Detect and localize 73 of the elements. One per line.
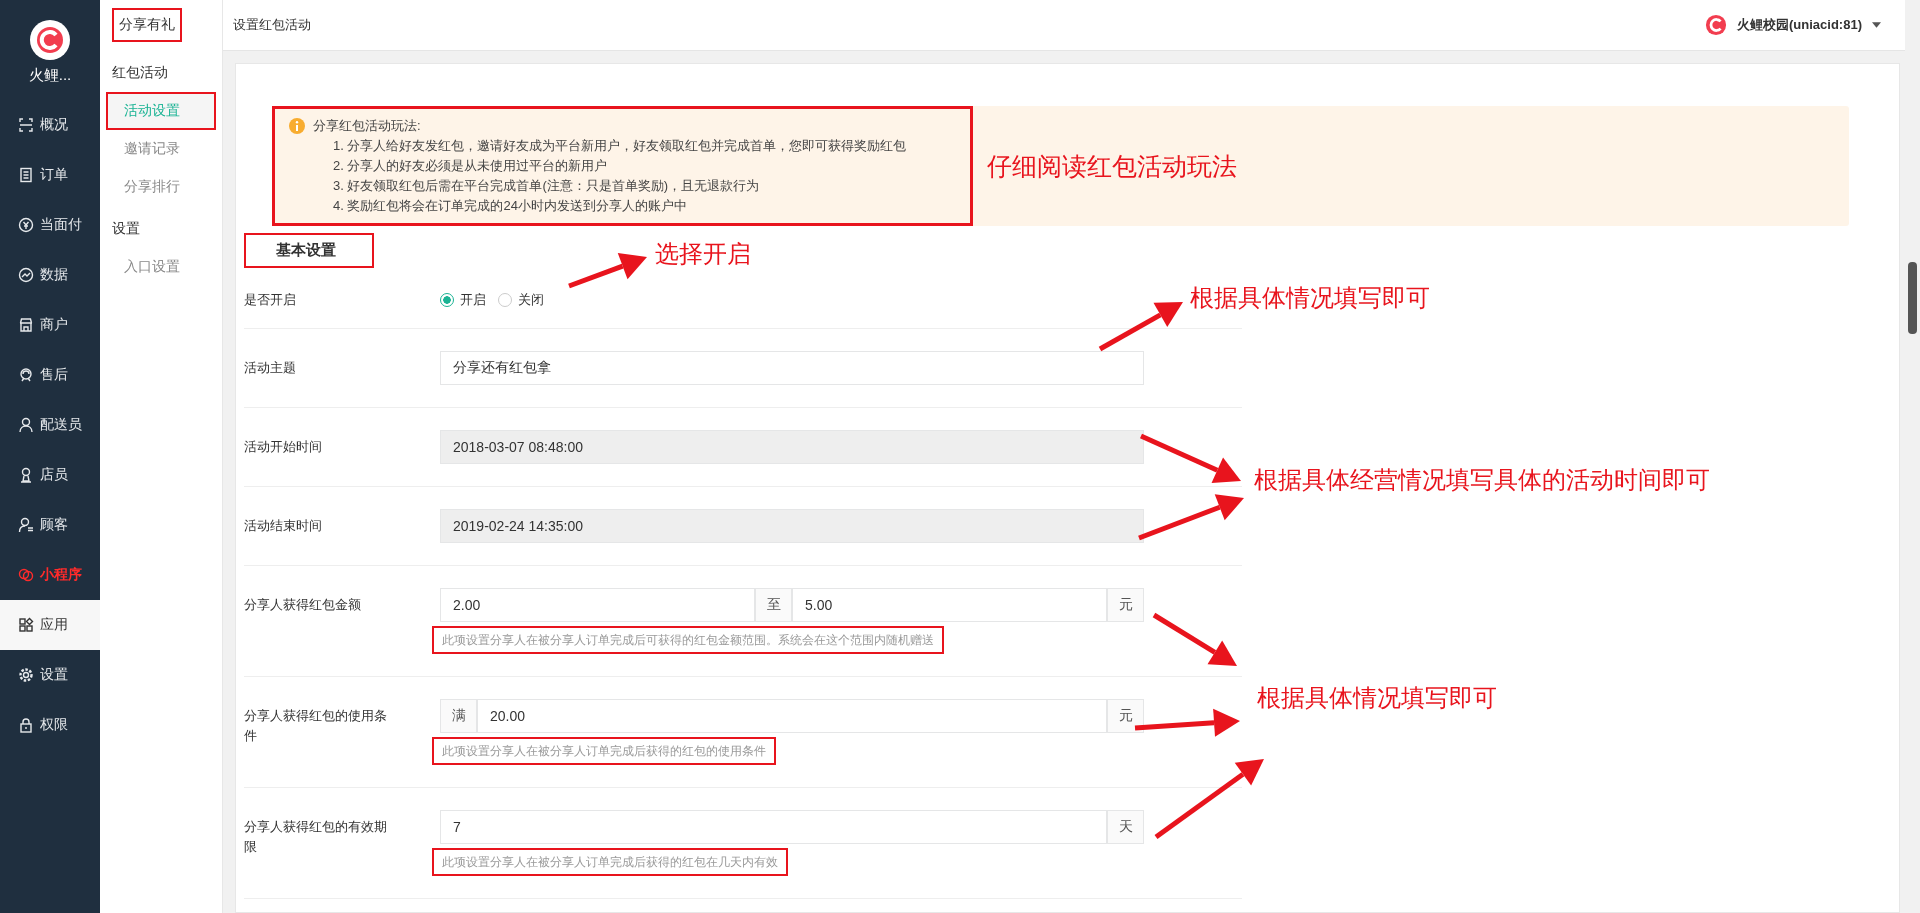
help-text: 此项设置分享人在被分享人订单完成后获得的红包在几天内有效 bbox=[432, 848, 788, 876]
sidebar-item[interactable]: 数据 bbox=[0, 250, 100, 300]
caret-icon bbox=[1872, 22, 1881, 28]
annotation-text: 根据具体经营情况填写具体的活动时间即可 bbox=[1254, 465, 1710, 495]
sidebar-item[interactable]: 设置 bbox=[0, 650, 100, 700]
sidebar-item[interactable]: 售后 bbox=[0, 350, 100, 400]
menu-icon bbox=[18, 467, 34, 483]
field-label: 是否开启 bbox=[244, 291, 297, 309]
annotation-text: 仔细阅读红包活动玩法 bbox=[987, 150, 1238, 182]
field-label: 活动主题 bbox=[244, 359, 297, 377]
menu-icon bbox=[18, 367, 34, 383]
field-label: 分享人获得红包的有效期限 bbox=[244, 818, 388, 856]
input-field[interactable]: 5.00 bbox=[792, 588, 1107, 622]
help-text: 此项设置分享人在被分享人订单完成后获得的红包的使用条件 bbox=[432, 737, 776, 765]
logo-icon bbox=[1705, 14, 1728, 36]
sidebar-item[interactable]: 应用 bbox=[0, 600, 100, 650]
submenu-item[interactable]: 邀请记录 bbox=[106, 130, 216, 168]
submenu-title: 分享有礼 bbox=[112, 8, 182, 42]
info-icon bbox=[289, 118, 305, 134]
annotation-text: 选择开启 bbox=[655, 239, 751, 269]
annotation-text: 根据具体情况填写即可 bbox=[1257, 683, 1497, 713]
help-text: 此项设置分享人在被分享人订单完成后可获得的红包金额范围。系统会在这个范围内随机赠送 bbox=[432, 626, 944, 654]
menu-icon bbox=[18, 567, 34, 583]
section-title: 基本设置 bbox=[244, 232, 374, 268]
input-field[interactable]: 20.00 bbox=[477, 699, 1107, 733]
account-menu[interactable]: 火鲤校园(uniacid:81) bbox=[1705, 14, 1881, 36]
sidebar-item[interactable]: 权限 bbox=[0, 700, 100, 750]
scrollbar-thumb[interactable] bbox=[1908, 262, 1917, 334]
notice-line: 1. 分享人给好友发红包，邀请好友成为平台新用户，好友领取红包并完成首单，您即可获得奖励红包 bbox=[332, 137, 907, 155]
addon-label: 至 bbox=[755, 588, 792, 622]
menu-icon bbox=[18, 317, 34, 333]
input-field[interactable]: 2.00 bbox=[440, 588, 755, 622]
logo-icon bbox=[30, 19, 70, 60]
sidebar-item[interactable]: 配送员 bbox=[0, 400, 100, 450]
input-field[interactable]: 7 bbox=[440, 810, 1107, 844]
annotation-text: 根据具体情况填写即可 bbox=[1190, 283, 1430, 313]
menu-icon bbox=[18, 417, 34, 433]
menu-icon bbox=[18, 717, 34, 733]
menu-icon bbox=[18, 117, 34, 133]
menu-icon bbox=[18, 167, 34, 183]
sidebar-item[interactable]: 订单 bbox=[0, 150, 100, 200]
menu-icon bbox=[18, 217, 34, 233]
sidebar-item[interactable]: 小程序 bbox=[0, 550, 100, 600]
sidebar-item[interactable]: 概况 bbox=[0, 100, 100, 150]
addon-label: 天 bbox=[1107, 810, 1144, 844]
menu-icon bbox=[18, 517, 34, 533]
notice-title: 分享红包活动玩法: bbox=[313, 117, 421, 135]
addon-label: 元 bbox=[1107, 699, 1144, 733]
menu-icon bbox=[18, 667, 34, 683]
field-label: 分享人获得红包金额 bbox=[244, 596, 362, 614]
submenu-group-title: 设置 bbox=[111, 219, 140, 238]
menu-icon bbox=[18, 617, 34, 633]
notice-line: 2. 分享人的好友必须是从未使用过平台的新用户 bbox=[332, 157, 609, 175]
breadcrumb: 设置红包活动 bbox=[233, 16, 311, 34]
field-label: 分享人获得红包的使用条件 bbox=[244, 707, 388, 745]
sidebar-item[interactable]: 顾客 bbox=[0, 500, 100, 550]
field-label: 活动结束时间 bbox=[244, 517, 323, 535]
sidebar-item[interactable]: 商户 bbox=[0, 300, 100, 350]
notice-line: 4. 奖励红包将会在订单完成的24小时内发送到分享人的账户中 bbox=[332, 197, 688, 215]
submenu-group-title: 红包活动 bbox=[111, 63, 168, 82]
notice-line: 3. 好友领取红包后需在平台完成首单(注意：只是首单奖励)，且无退款行为 bbox=[332, 177, 761, 195]
brand-name: 火鲤... bbox=[28, 65, 72, 85]
input-field[interactable]: 分享还有红包拿 bbox=[440, 351, 1144, 385]
field-label: 活动开始时间 bbox=[244, 438, 323, 456]
radio-option[interactable]: 关闭 bbox=[498, 291, 544, 309]
addon-label: 满 bbox=[440, 699, 477, 733]
submenu-item[interactable]: 入口设置 bbox=[106, 248, 216, 286]
radio-option[interactable]: 开启 bbox=[440, 291, 486, 309]
submenu-item[interactable]: 分享排行 bbox=[106, 168, 216, 206]
menu-icon bbox=[18, 267, 34, 283]
sidebar-item[interactable]: 店员 bbox=[0, 450, 100, 500]
addon-label: 元 bbox=[1107, 588, 1144, 622]
sidebar-item[interactable]: 当面付 bbox=[0, 200, 100, 250]
